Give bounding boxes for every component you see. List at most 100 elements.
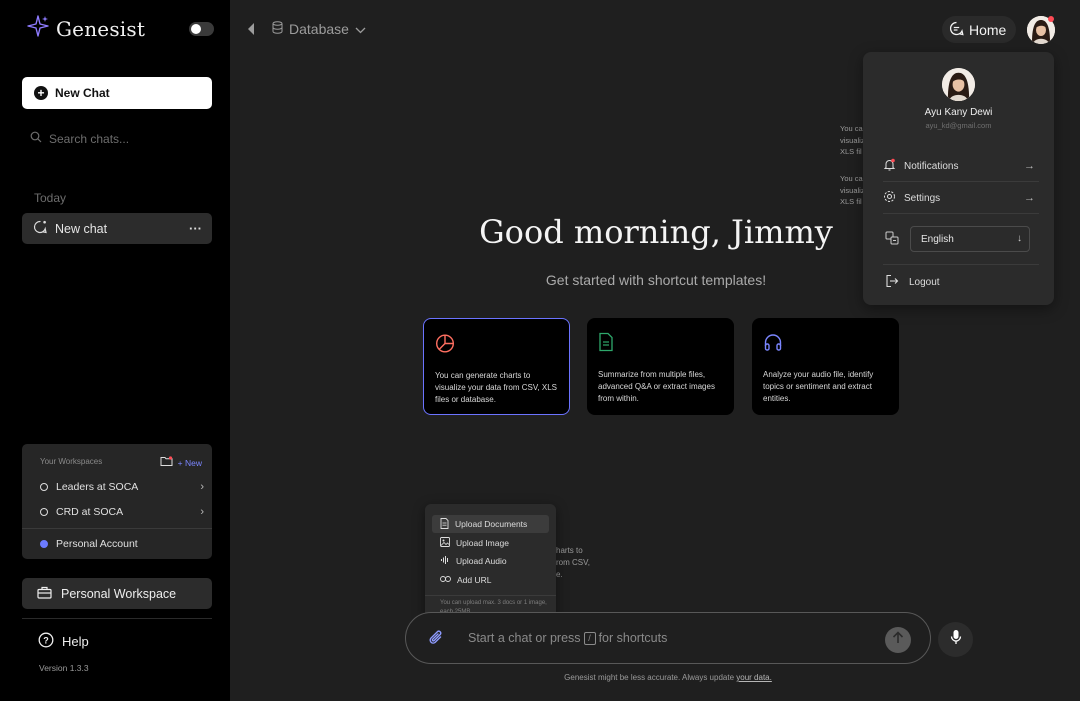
- upload-menu: Upload Documents Upload Image Upload Aud…: [425, 504, 556, 623]
- disclaimer-text: Genesist might be less accurate. Always …: [380, 673, 956, 682]
- chevron-right-icon: ›: [200, 506, 204, 518]
- image-icon: [440, 537, 450, 549]
- workspace-item-personal[interactable]: Personal Account: [40, 538, 204, 550]
- notifications-item[interactable]: Notifications →: [883, 158, 1035, 174]
- home-button[interactable]: Home: [942, 16, 1016, 43]
- update-data-link[interactable]: your data.: [736, 673, 772, 682]
- section-today: Today: [34, 191, 67, 205]
- workspace-label: CRD at SOCA: [56, 506, 124, 518]
- settings-item[interactable]: Settings →: [883, 190, 1035, 206]
- sparkle-icon: [26, 14, 50, 43]
- app-logo[interactable]: Genesist: [26, 14, 145, 43]
- placeholder-before: Start a chat or press: [468, 631, 581, 645]
- translate-icon: [885, 231, 899, 250]
- search-chats[interactable]: Search chats...: [30, 130, 129, 148]
- sidebar: Genesist + New Chat Search chats... Toda…: [0, 0, 230, 701]
- search-input[interactable]: Search chats...: [49, 132, 129, 146]
- new-chat-button[interactable]: + New Chat: [22, 77, 212, 109]
- profile-email: ayu_kd@gmail.com: [925, 121, 992, 130]
- help-link[interactable]: ? Help: [38, 632, 89, 651]
- chat-input[interactable]: Start a chat or press / for shortcuts: [468, 631, 667, 645]
- search-icon: [30, 130, 42, 148]
- add-url-item[interactable]: Add URL: [432, 571, 549, 589]
- upload-documents-label: Upload Documents: [455, 519, 528, 529]
- document-icon: [598, 332, 614, 356]
- logout-label: Logout: [909, 277, 940, 288]
- svg-text:?: ?: [43, 636, 49, 646]
- home-label: Home: [969, 21, 1007, 38]
- placeholder-after: for shortcuts: [598, 631, 668, 645]
- upload-image-item[interactable]: Upload Image: [432, 534, 549, 552]
- arrow-up-icon: [892, 631, 904, 649]
- workspace-label: Leaders at SOCA: [56, 481, 139, 493]
- hidden-card-text: You ca visualiz XLS fil: [840, 174, 865, 206]
- card-description: You can generate charts to visualize you…: [435, 371, 557, 404]
- home-chat-icon: [949, 21, 964, 39]
- gear-icon: [883, 190, 896, 206]
- collapse-sidebar-button[interactable]: [246, 22, 256, 41]
- paperclip-icon[interactable]: [428, 629, 444, 652]
- profile-menu: Ayu Kany Dewi ayu_kd@gmail.com Notificat…: [863, 52, 1054, 305]
- personal-workspace-button[interactable]: Personal Workspace: [22, 578, 212, 609]
- logout-button[interactable]: Logout: [885, 274, 940, 291]
- upload-audio-item[interactable]: Upload Audio: [432, 552, 549, 570]
- profile-name: Ayu Kany Dewi: [924, 107, 993, 118]
- new-workspace-button[interactable]: + New: [178, 458, 202, 468]
- arrow-down-icon: ↓: [1017, 233, 1022, 244]
- template-card-audio[interactable]: Analyze your audio file, identify topics…: [752, 318, 899, 415]
- arrow-right-icon: →: [1024, 192, 1035, 204]
- notification-badge: [1048, 16, 1054, 22]
- hidden-card-text: harts to rom CSV, e.: [556, 546, 590, 579]
- chat-item-label: New chat: [55, 221, 108, 236]
- add-url-label: Add URL: [457, 575, 492, 585]
- workspaces-header: Your Workspaces: [40, 457, 103, 466]
- new-chat-label: New Chat: [55, 86, 110, 100]
- theme-toggle[interactable]: [189, 22, 214, 36]
- settings-label: Settings: [904, 192, 941, 204]
- language-select[interactable]: English ↓: [910, 226, 1030, 252]
- disclaimer-before: Genesist might be less accurate. Always …: [564, 673, 735, 682]
- database-selector[interactable]: Database: [272, 21, 366, 37]
- help-icon: ?: [38, 632, 54, 651]
- bell-icon: [883, 158, 896, 174]
- greeting-subtitle: Get started with shortcut templates!: [545, 272, 767, 288]
- template-card-documents[interactable]: Summarize from multiple files, advanced …: [587, 318, 734, 415]
- plus-icon: +: [34, 86, 48, 100]
- database-label: Database: [289, 21, 349, 37]
- divider: [22, 618, 212, 619]
- notifications-label: Notifications: [904, 160, 959, 172]
- divider: [883, 181, 1039, 182]
- workspace-item[interactable]: Leaders at SOCA ›: [40, 481, 204, 493]
- more-options-icon[interactable]: ···: [189, 221, 202, 236]
- divider: [883, 264, 1039, 265]
- template-card-charts[interactable]: You can generate charts to visualize you…: [423, 318, 570, 415]
- workspace-item[interactable]: CRD at SOCA ›: [40, 506, 204, 518]
- personal-workspace-label: Personal Workspace: [61, 586, 177, 601]
- chevron-down-icon: [355, 21, 366, 37]
- divider: [425, 595, 556, 596]
- language-value: English: [921, 233, 954, 245]
- hidden-card-text: You ca visualiz XLS fil: [840, 124, 865, 156]
- arrow-right-icon: →: [1024, 160, 1035, 172]
- folder-icon[interactable]: [160, 454, 173, 472]
- chat-item[interactable]: New chat ···: [22, 213, 212, 244]
- briefcase-icon: [37, 586, 52, 602]
- send-button[interactable]: [885, 627, 911, 653]
- chat-input-bar[interactable]: Start a chat or press / for shortcuts: [405, 612, 931, 664]
- active-dot-icon: [40, 540, 48, 548]
- radio-dot-icon: [40, 483, 48, 491]
- database-icon: [272, 21, 283, 37]
- chevron-right-icon: ›: [200, 481, 204, 493]
- pie-chart-icon: [435, 334, 455, 357]
- upload-documents-item[interactable]: Upload Documents: [432, 515, 549, 533]
- headphones-icon: [763, 334, 783, 356]
- workspace-actions: + New: [160, 454, 202, 472]
- upload-image-label: Upload Image: [456, 538, 509, 548]
- card-description: Analyze your audio file, identify topics…: [763, 370, 874, 403]
- upload-audio-label: Upload Audio: [456, 556, 507, 566]
- workspace-label: Personal Account: [56, 538, 138, 550]
- shortcut-key: /: [583, 631, 596, 645]
- microphone-button[interactable]: [938, 622, 973, 657]
- audio-wave-icon: [440, 555, 450, 567]
- logout-icon: [885, 274, 899, 291]
